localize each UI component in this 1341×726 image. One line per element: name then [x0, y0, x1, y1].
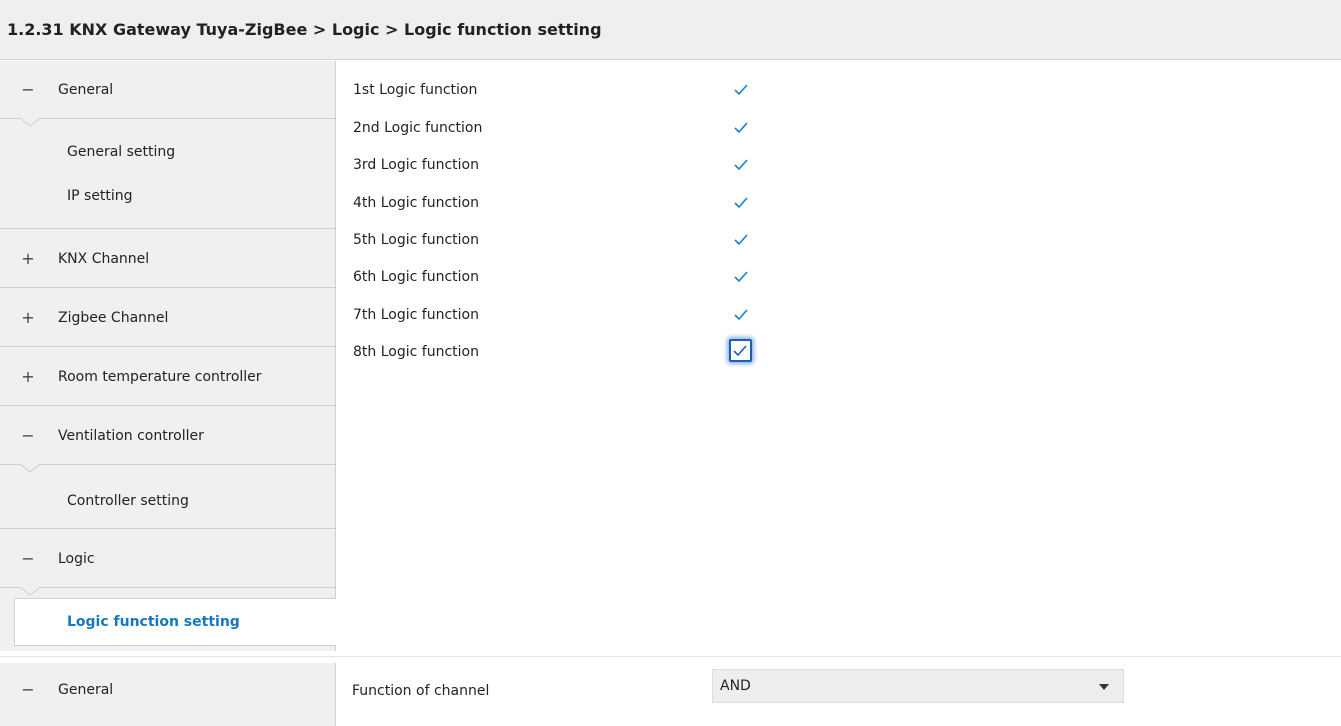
sidebar-group-room-temperature-controller[interactable]: + Room temperature controller [0, 348, 335, 406]
checkmark-icon [734, 271, 748, 283]
select-value: AND [720, 678, 751, 694]
sidebar-group-label: Room temperature controller [58, 369, 262, 385]
row-label: 1st Logic function [353, 82, 478, 98]
function-of-channel-label: Function of channel [352, 683, 490, 699]
logic-function-5-checkbox[interactable] [731, 230, 751, 250]
sidebar-group-label: General [58, 682, 114, 698]
row-label: 5th Logic function [353, 232, 479, 248]
sidebar-item-label-selected: Logic function setting [67, 614, 240, 630]
divider [0, 656, 1341, 657]
logic-function-7-checkbox[interactable] [731, 305, 751, 325]
tree-notch-icon [20, 464, 40, 473]
sidebar: − General General setting IP setting + K… [0, 61, 336, 651]
logic-function-6-checkbox[interactable] [731, 267, 751, 287]
checkmark-icon [734, 159, 748, 171]
second-panel: − General Function of channel AND [0, 656, 1341, 726]
sidebar-item-logic-function-setting[interactable]: Logic function setting [14, 598, 336, 646]
sidebar-item-ip-setting[interactable]: IP setting [0, 175, 335, 229]
row-label: 8th Logic function [353, 344, 479, 360]
checkmark-icon [734, 122, 748, 134]
sidebar-group-label: Logic [58, 551, 95, 567]
logic-function-4-checkbox[interactable] [731, 193, 751, 213]
parameter-panel: 1st Logic function 2nd Logic function 3r… [337, 61, 1341, 651]
row-label: 6th Logic function [353, 269, 479, 285]
checkmark-icon [734, 197, 748, 209]
sidebar-group-ventilation-controller[interactable]: − Ventilation controller [0, 407, 335, 465]
sidebar-group-label: General [58, 82, 114, 98]
collapse-icon[interactable]: − [21, 426, 35, 445]
row-label: 2nd Logic function [353, 120, 483, 136]
row-label: 3rd Logic function [353, 157, 479, 173]
sidebar-group-label: Zigbee Channel [58, 310, 169, 326]
logic-function-3-checkbox[interactable] [731, 155, 751, 175]
function-of-channel-select[interactable]: AND [712, 669, 1124, 703]
sidebar-group-knx-channel[interactable]: + KNX Channel [0, 230, 335, 288]
expand-icon[interactable]: + [21, 367, 35, 386]
logic-function-2-checkbox[interactable] [731, 118, 751, 138]
sidebar-item-label: General setting [67, 144, 176, 160]
sidebar-group-zigbee-channel[interactable]: + Zigbee Channel [0, 289, 335, 347]
row-label: 7th Logic function [353, 307, 479, 323]
expand-icon[interactable]: + [21, 308, 35, 327]
sidebar-group-label: Ventilation controller [58, 428, 204, 444]
checkmark-icon [734, 84, 748, 96]
dropdown-arrow-icon[interactable] [1099, 684, 1109, 690]
row-label: 4th Logic function [353, 195, 479, 211]
sidebar-group-label: KNX Channel [58, 251, 150, 267]
sidebar-group-general[interactable]: − General [0, 61, 335, 119]
sidebar-item-label: IP setting [67, 188, 133, 204]
breadcrumb-title: 1.2.31 KNX Gateway Tuya-ZigBee > Logic >… [7, 20, 602, 39]
sidebar-group-general-2[interactable]: − General [0, 663, 336, 726]
logic-function-1-checkbox[interactable] [731, 80, 751, 100]
window-header: 1.2.31 KNX Gateway Tuya-ZigBee > Logic >… [0, 0, 1341, 60]
checkmark-icon [733, 345, 747, 357]
tree-notch-icon [20, 118, 40, 127]
sidebar-item-general-setting[interactable]: General setting [0, 131, 335, 173]
logic-function-8-checkbox[interactable] [729, 339, 752, 362]
collapse-icon[interactable]: − [21, 549, 35, 568]
sidebar-item-label: Controller setting [67, 493, 189, 509]
sidebar-group-logic[interactable]: − Logic [0, 530, 335, 588]
checkmark-icon [734, 234, 748, 246]
expand-icon[interactable]: + [21, 249, 35, 268]
tree-notch-icon [20, 587, 40, 596]
checkmark-icon [734, 309, 748, 321]
collapse-icon[interactable]: − [21, 680, 35, 699]
sidebar-item-controller-setting[interactable]: Controller setting [0, 474, 335, 529]
collapse-icon[interactable]: − [21, 80, 35, 99]
